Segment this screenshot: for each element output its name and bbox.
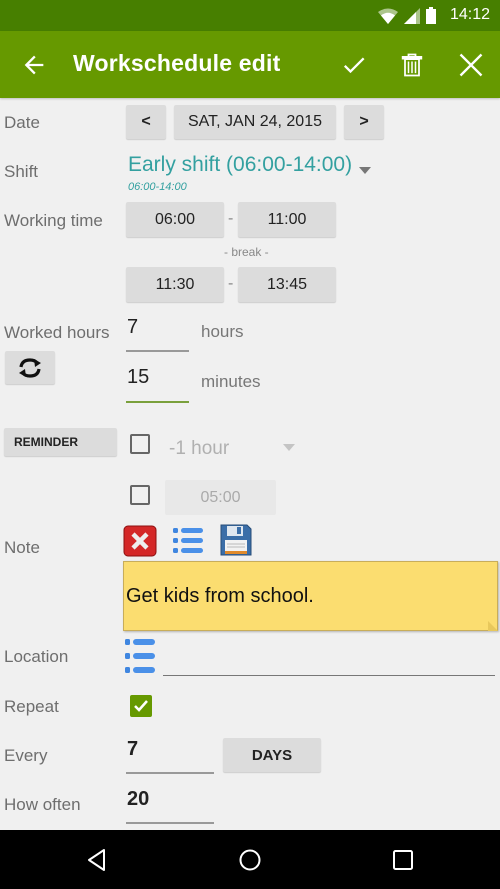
refresh-icon <box>19 357 41 378</box>
break-end-button[interactable]: 13:45 <box>238 267 336 302</box>
repeat-checkbox[interactable] <box>130 695 152 717</box>
check-mark-icon <box>134 700 148 712</box>
how-often-input[interactable]: 20 <box>126 788 214 824</box>
next-date-button[interactable]: > <box>344 105 384 139</box>
shift-label: Shift <box>4 162 39 181</box>
location-label: Location <box>4 647 69 666</box>
back-triangle-icon[interactable] <box>84 847 110 873</box>
how-often-label: How often <box>4 795 81 814</box>
break-label: - break - <box>224 245 269 259</box>
date-picker-button[interactable]: SAT, JAN 24, 2015 <box>174 105 336 139</box>
hours-input[interactable]: 7 <box>126 316 189 352</box>
recalculate-button[interactable] <box>5 351 55 384</box>
reminder-time-checkbox[interactable] <box>130 485 150 505</box>
recents-square-icon[interactable] <box>390 847 416 873</box>
home-circle-icon[interactable] <box>237 847 263 873</box>
reminder-offset-dropdown[interactable]: -1 hour <box>169 438 229 460</box>
save-floppy-icon[interactable] <box>219 523 253 557</box>
check-icon[interactable] <box>340 51 368 79</box>
status-time: 14:12 <box>449 6 490 23</box>
minutes-unit: minutes <box>201 372 261 391</box>
time-separator: - <box>228 210 234 227</box>
hours-unit: hours <box>201 322 244 341</box>
note-label: Note <box>4 538 40 557</box>
note-content: Get kids from school. <box>126 585 314 607</box>
break-start-button[interactable]: 11:30 <box>126 267 224 302</box>
end-time-button[interactable]: 11:00 <box>238 202 336 237</box>
break-separator: - <box>228 275 234 292</box>
repeat-unit-button[interactable]: DAYS <box>223 738 321 772</box>
wifi-icon <box>378 8 398 24</box>
minutes-input[interactable]: 15 <box>126 366 189 403</box>
status-bar: 14:12 <box>0 0 500 31</box>
page-title: Workschedule edit <box>73 50 281 76</box>
status-icons <box>378 7 436 24</box>
note-text[interactable]: Get kids from school. <box>123 561 498 631</box>
delete-red-icon[interactable] <box>123 524 157 558</box>
reminder-time-button[interactable]: 05:00 <box>165 480 276 515</box>
prev-date-button[interactable]: < <box>126 105 166 139</box>
arrow-left-icon[interactable] <box>20 51 48 79</box>
worked-hours-label: Worked hours <box>4 323 110 342</box>
reminder-dropdown-arrow-icon[interactable] <box>283 444 295 451</box>
date-label: Date <box>4 113 40 132</box>
every-label: Every <box>4 746 48 765</box>
location-list-icon[interactable] <box>123 635 157 677</box>
repeat-label: Repeat <box>4 697 59 716</box>
battery-icon <box>426 7 436 24</box>
chevron-down-icon[interactable] <box>359 167 371 174</box>
signal-icon <box>404 7 420 24</box>
app-bar: Workschedule edit <box>0 31 500 98</box>
start-time-button[interactable]: 06:00 <box>126 202 224 237</box>
schedule-form: Date < SAT, JAN 24, 2015 > Shift Early s… <box>0 98 500 830</box>
reminder-button[interactable]: REMINDER <box>4 428 117 456</box>
shift-subtitle: 06:00-14:00 <box>128 181 187 193</box>
close-icon[interactable] <box>457 51 485 79</box>
location-input[interactable] <box>163 638 495 676</box>
every-input[interactable]: 7 <box>126 738 214 774</box>
list-icon[interactable] <box>171 525 205 557</box>
navigation-bar <box>0 830 500 889</box>
trash-icon[interactable] <box>398 51 426 79</box>
note-fold <box>488 621 498 631</box>
reminder-offset-checkbox[interactable] <box>130 434 150 454</box>
shift-dropdown[interactable]: Early shift (06:00-14:00) <box>128 153 352 177</box>
working-time-label: Working time <box>4 211 103 230</box>
